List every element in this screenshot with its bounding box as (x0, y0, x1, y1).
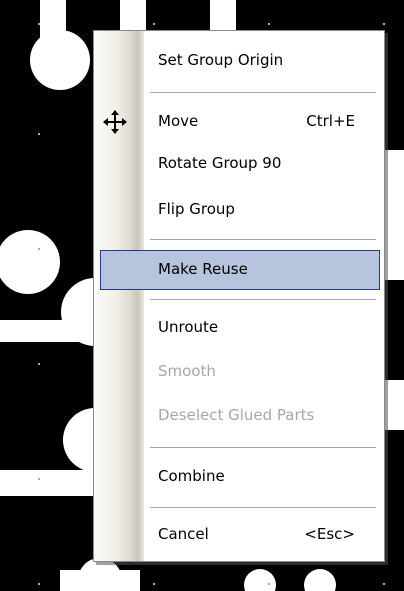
trace (60, 570, 140, 591)
menu-item-label: Make Reuse (158, 260, 248, 278)
menu-item-cancel[interactable]: Cancel <Esc> (94, 515, 384, 555)
menu-item-label: Move (158, 112, 199, 130)
menu-item-label: Cancel (158, 525, 209, 543)
menu-item-label: Deselect Glued Parts (158, 406, 315, 424)
move-arrows-icon (103, 110, 127, 134)
menu-item-label: Unroute (158, 318, 219, 336)
menu-item-shortcut: <Esc> (304, 525, 355, 543)
menu-item-label: Smooth (158, 362, 216, 380)
menu-separator (150, 92, 376, 93)
menu-item-make-reuse[interactable]: Make Reuse (100, 250, 380, 290)
trace (0, 320, 100, 342)
menu-separator (150, 447, 376, 448)
menu-separator (150, 507, 376, 508)
trace (0, 470, 100, 496)
menu-item-label: Combine (158, 467, 225, 485)
context-menu: Set Group Origin Move Ctrl+E Rotate Grou… (93, 30, 385, 562)
menu-item-label: Rotate Group 90 (158, 154, 282, 172)
menu-item-label: Flip Group (158, 200, 235, 218)
pad (30, 30, 90, 90)
menu-separator (150, 299, 376, 300)
menu-item-smooth[interactable]: Smooth (94, 352, 384, 392)
menu-separator (150, 239, 376, 240)
menu-item-shortcut: Ctrl+E (306, 112, 355, 130)
menu-item-set-group-origin[interactable]: Set Group Origin (94, 41, 384, 81)
menu-item-flip-group[interactable]: Flip Group (94, 190, 384, 230)
menu-item-label: Set Group Origin (158, 51, 284, 69)
menu-item-deselect-glued-parts[interactable]: Deselect Glued Parts (94, 396, 384, 436)
trace (385, 380, 404, 430)
menu-item-move[interactable]: Move Ctrl+E (94, 102, 384, 142)
menu-item-rotate-group-90[interactable]: Rotate Group 90 (94, 144, 384, 184)
menu-item-unroute[interactable]: Unroute (94, 308, 384, 348)
menu-item-combine[interactable]: Combine (94, 457, 384, 497)
